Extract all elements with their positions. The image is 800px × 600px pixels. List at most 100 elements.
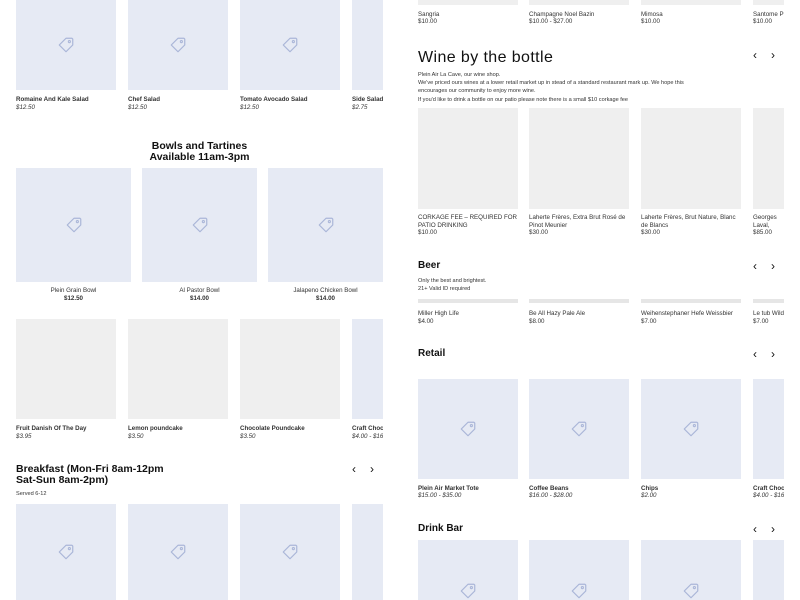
carousel-next-button[interactable]: › [766,259,780,273]
item-price: $12.50 [16,104,35,111]
product-image[interactable] [418,0,518,5]
product-image[interactable] [641,299,741,303]
product-image[interactable] [418,379,518,479]
carousel-next-button[interactable]: › [365,462,379,476]
item-price: $30.00 [529,229,548,236]
carousel-prev-button[interactable]: ‹ [748,48,762,62]
section-title-wine: Wine by the bottle [418,49,554,66]
section-title-line: Available 11am-3pm [149,151,250,163]
product-image[interactable] [529,299,629,303]
item-price: $3.95 [16,433,32,440]
item-name[interactable]: Fruit Danish Of The Day [16,425,116,433]
section-description: Plein Air La Cave, our wine shop. We've … [418,71,718,104]
item-name[interactable]: Le tub Wild Ale [753,310,784,318]
description-line: We've priced ours wines at a lower retai… [418,80,684,87]
item-name[interactable]: Plein Grain Bowl [16,287,131,295]
description-line: 21+ Valid ID required [418,286,471,293]
product-image[interactable] [352,0,383,90]
item-price: $12.50 [128,104,147,111]
product-image[interactable] [128,504,228,600]
product-image[interactable] [753,540,784,600]
product-image[interactable] [16,168,131,282]
product-image[interactable] [418,299,518,303]
item-price: $10.00 [418,18,437,25]
item-price: $10.00 [753,18,772,25]
item-price: $4.00 - $16.00 [753,492,784,499]
product-image[interactable] [142,168,257,282]
product-image[interactable] [753,379,784,479]
product-image[interactable] [753,0,784,5]
section-title-retail: Retail [418,348,446,359]
item-name[interactable]: Georges Laval, Cumières (A) [753,214,784,229]
item-name[interactable]: Weihenstephaner Hefe Weissbier [641,310,741,318]
product-image[interactable] [641,0,741,5]
section-subtitle: Served 6-12 [16,491,47,497]
section-title-drink-bar: Drink Bar [418,523,464,534]
item-name[interactable]: Romaine And Kale Salad [16,96,116,104]
item-name[interactable]: Craft Chocolate Bar [352,425,383,433]
price-tag-icon [169,36,187,54]
carousel-next-button[interactable]: › [766,48,780,62]
product-image[interactable] [128,0,228,90]
product-image[interactable] [240,319,340,419]
price-tag-icon [682,582,700,600]
carousel-prev-button[interactable]: ‹ [748,259,762,273]
item-name[interactable]: Laherte Frères, Extra Brut Rosé de Pinot… [529,214,629,230]
product-image[interactable] [16,319,116,419]
price-tag-icon [191,216,209,234]
item-price: $4.00 [418,318,434,325]
item-name[interactable]: Lemon poundcake [128,425,228,433]
item-name[interactable]: CORKAGE FEE – REQUIRED FOR PATIO DRINKIN… [418,214,518,230]
product-image[interactable] [641,379,741,479]
product-image[interactable] [16,0,116,90]
item-price: $14.00 [316,295,335,300]
carousel-next-button[interactable]: › [766,347,780,361]
item-price: $3.50 [240,433,256,440]
item-price: $14.00 [190,295,209,300]
carousel-next-button[interactable]: › [766,522,780,536]
item-price: $8.00 [529,318,545,325]
product-image[interactable] [418,540,518,600]
description-line: Plein Air La Cave, our wine shop. [418,72,501,78]
item-price: $10.00 [641,18,660,25]
product-image[interactable] [529,540,629,600]
carousel-prev-button[interactable]: ‹ [347,462,361,476]
item-name[interactable]: Chocolate Poundcake [240,425,340,433]
item-price: $4.00 - $16.00 [352,433,383,440]
section-description: Only the best and brightest. 21+ Valid I… [418,277,486,293]
section-title-bowls: Bowls and Tartines Available 11am-3pm [16,141,383,163]
price-tag-icon [570,582,588,600]
item-name[interactable]: Laherte Frères, Brut Nature, Blanc de Bl… [641,214,741,230]
product-image[interactable] [240,0,340,90]
product-image[interactable] [529,108,629,209]
price-tag-icon [281,543,299,561]
item-price: $10.00 [418,229,437,236]
product-image[interactable] [753,299,784,303]
item-price: $12.50 [64,295,83,300]
item-name[interactable]: Jalapeno Chicken Bowl [268,287,383,295]
product-image[interactable] [753,108,784,209]
product-image[interactable] [16,504,116,600]
carousel-prev-button[interactable]: ‹ [748,522,762,536]
product-image[interactable] [529,379,629,479]
item-name[interactable]: Side Salad [352,96,383,104]
product-image[interactable] [352,319,383,419]
product-image[interactable] [268,168,383,282]
product-image[interactable] [641,540,741,600]
product-image[interactable] [240,504,340,600]
price-tag-icon [281,36,299,54]
product-image[interactable] [529,0,629,5]
product-image[interactable] [418,108,518,209]
item-name[interactable]: Be All Hazy Pale Ale [529,310,629,318]
item-price: $15.00 - $35.00 [418,492,462,499]
price-tag-icon [57,543,75,561]
carousel-prev-button[interactable]: ‹ [748,347,762,361]
item-name[interactable]: Al Pastor Bowl [142,287,257,295]
product-image[interactable] [352,504,383,600]
item-name[interactable]: Miller High Life [418,310,518,318]
item-price: $85.00 [753,229,772,236]
item-name[interactable]: Tomato Avocado Salad [240,96,340,104]
product-image[interactable] [128,319,228,419]
item-name[interactable]: Chef Salad [128,96,228,104]
product-image[interactable] [641,108,741,209]
